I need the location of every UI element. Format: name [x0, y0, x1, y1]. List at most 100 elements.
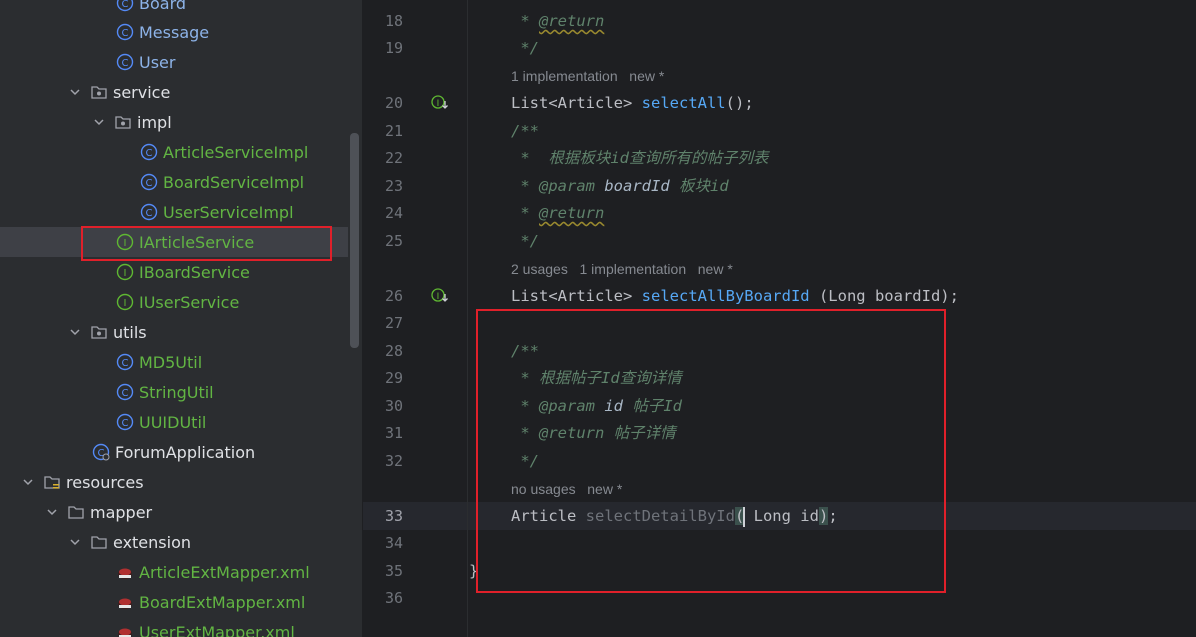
svg-text:C: C — [122, 418, 129, 429]
annotation-box-editor — [476, 309, 946, 593]
tree-item-iuserservice[interactable]: I IUserService — [0, 287, 348, 317]
tree-item-iboardservice[interactable]: I IBoardService — [0, 257, 348, 287]
line-number: 28 — [384, 342, 403, 360]
javadoc-tag: @return — [539, 12, 605, 30]
line-number: 23 — [384, 177, 403, 195]
package-icon — [114, 113, 132, 131]
line-number-current: 33 — [384, 507, 403, 525]
tree-item-forumapplication[interactable]: C ForumApplication — [0, 437, 348, 467]
tree-item-label: ArticleServiceImpl — [163, 142, 309, 162]
folder-icon — [67, 503, 85, 521]
chevron-down-icon[interactable] — [68, 535, 82, 549]
line-number: 24 — [384, 204, 403, 222]
tree-item-label: MD5Util — [139, 352, 203, 372]
tree-item-articleserviceimpl[interactable]: C ArticleServiceImpl — [0, 137, 348, 167]
gutter-divider — [467, 0, 468, 637]
codelens-hint[interactable]: 2 usages 1 implementation new * — [511, 259, 733, 279]
line-number: 19 — [384, 39, 403, 57]
tree-item-label: Message — [139, 22, 210, 42]
chevron-down-icon[interactable] — [68, 325, 82, 339]
tree-item-stringutil[interactable]: C StringUtil — [0, 377, 348, 407]
line-number: 29 — [384, 369, 403, 387]
class-icon: C — [140, 203, 158, 221]
line-number: 20 — [384, 94, 403, 112]
class-icon: C — [116, 353, 134, 371]
code-line-25: */ — [511, 232, 539, 250]
class-icon: C — [140, 143, 158, 161]
class-icon: C — [116, 383, 134, 401]
tree-item-label: Board — [139, 0, 187, 13]
tree-item-userserviceimpl[interactable]: C UserServiceImpl — [0, 197, 348, 227]
tree-item-label: extension — [113, 532, 191, 552]
spring-boot-class-icon: C — [92, 443, 110, 461]
tree-item-utils[interactable]: utils — [0, 317, 348, 347]
code-line-22: * 根据板块id查询所有的帖子列表 — [511, 149, 769, 167]
tree-item-label: IUserService — [139, 292, 240, 312]
chevron-down-icon[interactable] — [21, 475, 35, 489]
line-number: 18 — [384, 12, 403, 30]
code-line-24: * @return — [511, 199, 604, 227]
tree-item-articleextmapper[interactable]: ArticleExtMapper.xml — [0, 557, 348, 587]
tree-item-mapper[interactable]: mapper — [0, 497, 348, 527]
tree-item-label: BoardServiceImpl — [163, 172, 305, 192]
tree-item-label: ArticleExtMapper.xml — [139, 562, 310, 582]
line-number: 30 — [384, 397, 403, 415]
line-number: 31 — [384, 424, 403, 442]
line-number: 21 — [384, 122, 403, 140]
javadoc-param: boardId — [595, 177, 670, 195]
tree-item-label: ForumApplication — [115, 442, 256, 462]
code-line-23: * @param boardId 板块id — [511, 172, 729, 200]
interface-icon: I — [116, 293, 134, 311]
tree-item-uuidutil[interactable]: C UUIDUtil — [0, 407, 348, 437]
tree-item-label: UserExtMapper.xml — [139, 622, 295, 637]
tree-item-userextmapper[interactable]: UserExtMapper.xml — [0, 617, 348, 637]
svg-text:C: C — [146, 208, 153, 219]
code-text: List<Article> — [511, 287, 642, 305]
tree-item-md5util[interactable]: C MD5Util — [0, 347, 348, 377]
tree-item-extension[interactable]: extension — [0, 527, 348, 557]
tree-item-service[interactable]: service — [0, 77, 348, 107]
tree-item-label: service — [113, 82, 171, 102]
chevron-down-icon[interactable] — [45, 505, 59, 519]
line-number: 32 — [384, 452, 403, 470]
tree-item-impl[interactable]: impl — [0, 107, 348, 137]
tree-item-label: User — [139, 52, 176, 72]
project-tree-panel: C Board C Message C User service impl C … — [0, 0, 362, 637]
tree-item-label: resources — [66, 472, 144, 492]
tree-item-boardextmapper[interactable]: BoardExtMapper.xml — [0, 587, 348, 617]
tree-item-resources[interactable]: resources — [0, 467, 348, 497]
implemented-by-icon[interactable]: I — [431, 286, 451, 306]
tree-item-message[interactable]: C Message — [0, 17, 348, 47]
mybatis-xml-icon — [116, 563, 134, 581]
method-name: selectAll — [641, 94, 726, 112]
tree-item-label: IBoardService — [139, 262, 250, 282]
javadoc-tag: @param — [539, 177, 595, 195]
line-number: 35 — [384, 562, 403, 580]
codelens-hint[interactable]: 1 implementation new * — [511, 66, 664, 86]
svg-text:C: C — [122, 28, 129, 39]
svg-text:I: I — [437, 99, 440, 109]
line-number: 36 — [384, 589, 403, 607]
tree-item-label: mapper — [90, 502, 153, 522]
tree-item-label: StringUtil — [139, 382, 214, 402]
code-line-19: */ — [511, 39, 539, 57]
tree-item-label: impl — [137, 112, 172, 132]
implemented-by-icon[interactable]: I — [431, 93, 451, 113]
svg-text:I: I — [124, 268, 127, 279]
tree-item-board[interactable]: C Board — [0, 0, 348, 18]
code-line-18: * @return — [511, 7, 604, 35]
comment-text: 板块id — [669, 177, 729, 195]
comment-text: * — [511, 204, 539, 222]
line-number: 27 — [384, 314, 403, 332]
chevron-down-icon[interactable] — [68, 85, 82, 99]
svg-text:C: C — [122, 388, 129, 399]
tree-item-user[interactable]: C User — [0, 47, 348, 77]
tree-scrollbar-thumb[interactable] — [350, 133, 359, 348]
tree-item-boardserviceimpl[interactable]: C BoardServiceImpl — [0, 167, 348, 197]
package-icon — [90, 83, 108, 101]
svg-text:I: I — [124, 298, 127, 309]
chevron-down-icon[interactable] — [92, 115, 106, 129]
class-icon: C — [116, 53, 134, 71]
comment-text: * — [511, 177, 539, 195]
class-icon: C — [116, 413, 134, 431]
